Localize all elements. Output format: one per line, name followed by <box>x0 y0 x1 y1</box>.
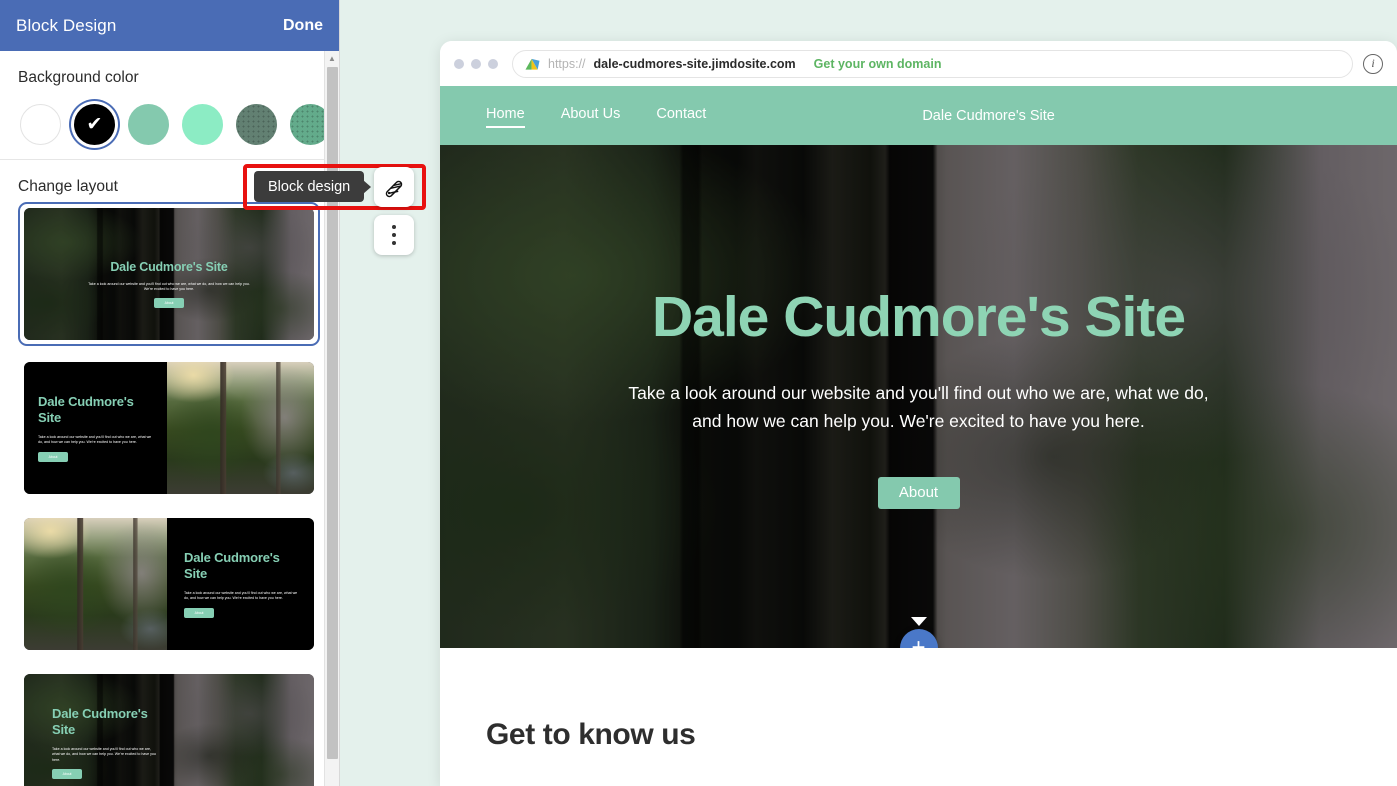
traffic-light-icon <box>471 58 481 69</box>
browser-toolbar: https:// dale-cudmores-site.jimdosite.co… <box>440 41 1397 86</box>
three-dot-vertical-icon <box>392 233 396 237</box>
site-preview-browser: https:// dale-cudmores-site.jimdosite.co… <box>440 41 1397 786</box>
thumbnail-title: Dale Cudmore's Site <box>184 550 280 582</box>
panel-body: Background color ✔ Change layout Dale Cu… <box>0 51 339 786</box>
screen-root: Block Design Done Background color ✔ Cha… <box>0 0 1397 786</box>
block-design-button[interactable] <box>374 167 414 207</box>
url-protocol: https:// <box>548 56 586 71</box>
thumbnail-button: About <box>154 298 184 308</box>
address-bar[interactable]: https:// dale-cudmores-site.jimdosite.co… <box>512 49 1353 78</box>
hero-content: Dale Cudmore's Site Take a look around o… <box>440 284 1397 509</box>
nav-link-contact[interactable]: Contact <box>656 106 706 126</box>
url-host: dale-cudmores-site.jimdosite.com <box>593 56 796 71</box>
layout-thumbnail-right-black[interactable]: Dale Cudmore's Site Take a look around o… <box>18 512 320 656</box>
nav-link-home[interactable]: Home <box>486 106 525 128</box>
thumbnail-preview: Dale Cudmore's Site Take a look around o… <box>24 518 314 650</box>
color-swatch-slate-green[interactable] <box>236 104 277 145</box>
scroll-down-caret-icon <box>910 617 927 626</box>
layout-thumbnail-left-black[interactable]: Dale Cudmore's Site Take a look around o… <box>18 356 320 500</box>
thumbnail-preview: Dale Cudmore's Site Take a look around o… <box>24 674 314 786</box>
done-button[interactable]: Done <box>283 17 323 35</box>
hero-block: Dale Cudmore's Site Take a look around o… <box>440 145 1397 648</box>
info-icon[interactable]: i <box>1363 53 1383 74</box>
three-dot-vertical-icon <box>392 241 396 245</box>
thumbnail-preview: Dale Cudmore's Site Take a look around o… <box>24 362 314 494</box>
thumbnail-body: Take a look around our website and you'l… <box>52 747 156 762</box>
hero-about-button[interactable]: About <box>877 476 960 509</box>
traffic-light-icon <box>454 58 464 69</box>
thumbnail-preview: Dale Cudmore's Site Take a look around o… <box>24 208 314 340</box>
tooltip-label: Block design <box>268 178 351 195</box>
site-brand-title[interactable]: Dale Cudmore's Site <box>922 108 1055 124</box>
thumbnail-body: Take a look around our website and you'l… <box>184 591 298 601</box>
color-swatch-list: ✔ <box>18 104 331 145</box>
layout-thumbnail-list: Dale Cudmore's Site Take a look around o… <box>0 202 339 786</box>
color-swatch-mint-muted[interactable] <box>128 104 169 145</box>
background-color-label: Background color <box>18 69 139 86</box>
layout-thumbnail-left-overlay[interactable]: Dale Cudmore's Site Take a look around o… <box>18 668 320 786</box>
thumbnail-button: About <box>52 769 82 779</box>
nav-link-about-us[interactable]: About Us <box>561 106 621 126</box>
thumbnail-title: Dale Cudmore's Site <box>110 260 228 274</box>
jimdo-favicon-icon <box>525 58 540 70</box>
background-color-section: Background color ✔ <box>0 51 339 159</box>
site-navigation: Home About Us Contact Dale Cudmore's Sit… <box>440 86 1397 145</box>
layout-thumbnail-centered[interactable]: Dale Cudmore's Site Take a look around o… <box>18 202 320 346</box>
hero-title: Dale Cudmore's Site <box>651 285 1186 350</box>
color-swatch-black[interactable]: ✔ <box>74 104 115 145</box>
block-design-panel: Block Design Done Background color ✔ Cha… <box>0 0 340 786</box>
thumbnail-body: Take a look around our website and you'l… <box>88 282 250 292</box>
three-dot-vertical-icon <box>392 225 396 229</box>
panel-scrollbar[interactable]: ▲ <box>324 51 339 786</box>
thumbnail-title: Dale Cudmore's Site <box>38 394 134 426</box>
color-swatch-white[interactable] <box>20 104 61 145</box>
thumbnail-overlay: Dale Cudmore's Site Take a look around o… <box>24 208 314 340</box>
next-section-title: Get to know us <box>486 718 696 751</box>
thumbnail-title: Dale Cudmore's Site <box>52 706 148 738</box>
get-your-own-domain-link[interactable]: Get your own domain <box>814 57 942 71</box>
scroll-up-arrow-icon[interactable]: ▲ <box>325 51 339 65</box>
palette-icon <box>385 180 402 197</box>
thumbnail-overlay: Dale Cudmore's Site Take a look around o… <box>24 362 314 494</box>
check-icon: ✔ <box>86 114 103 135</box>
next-section: Get to know us <box>440 648 1397 752</box>
thumbnail-button: About <box>184 608 214 618</box>
panel-header: Block Design Done <box>0 0 339 51</box>
thumbnail-overlay: Dale Cudmore's Site Take a look around o… <box>24 518 314 650</box>
thumbnail-button: About <box>38 452 68 462</box>
block-more-options-button[interactable] <box>374 215 414 255</box>
block-design-tooltip: Block design <box>254 171 365 202</box>
thumbnail-overlay: Dale Cudmore's Site Take a look around o… <box>24 674 314 786</box>
page-title: Block Design <box>16 15 117 35</box>
traffic-light-dots <box>454 58 498 69</box>
hero-subtitle: Take a look around our website and you'l… <box>628 383 1209 431</box>
thumbnail-body: Take a look around our website and you'l… <box>38 435 152 445</box>
traffic-light-icon <box>488 58 498 69</box>
color-swatch-mint-bright[interactable] <box>182 104 223 145</box>
